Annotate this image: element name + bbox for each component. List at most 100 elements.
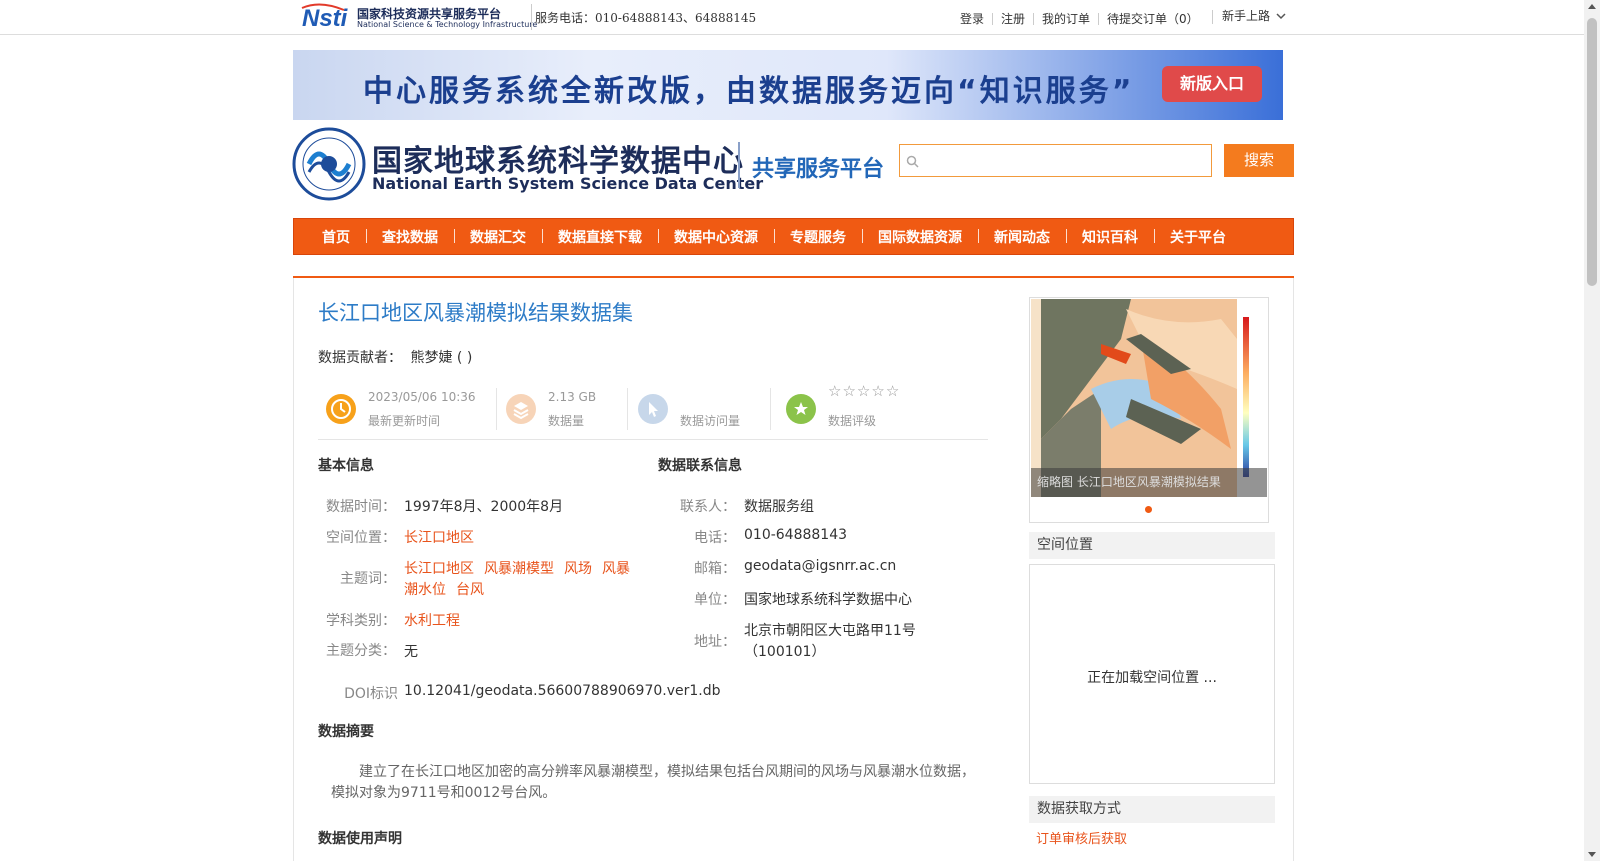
divider	[1098, 12, 1100, 25]
service-phone: 服务电话：010-64888143、64888145	[535, 11, 757, 25]
scroll-thumb[interactable]	[1587, 18, 1597, 286]
divider	[1212, 10, 1213, 24]
contributor-label: 数据贡献者：	[318, 350, 402, 366]
nav-item-topic-services[interactable]: 专题服务	[774, 227, 862, 247]
spatial-map[interactable]: 正在加载空间位置 ...	[1029, 564, 1275, 784]
newbie-label: 新手上路	[1222, 9, 1271, 23]
earth-center-logo[interactable]	[292, 126, 366, 202]
divider	[293, 278, 294, 861]
top-links: 登录 注册 我的订单 待提交订单（0）	[960, 10, 1199, 27]
abstract-text: 建立了在长江口地区加密的高分辨率风暴潮模型，模拟结果包括台风期间的风场与风暴潮水…	[331, 764, 975, 801]
my-orders-link[interactable]: 我的订单	[1042, 10, 1090, 27]
platform-label: 共享服务平台	[752, 157, 885, 182]
divider	[627, 388, 628, 430]
address-line-2: （100101）	[744, 644, 826, 660]
stat-size: 2.13 GB 数据量	[498, 384, 628, 432]
contact-label: 联系人：	[680, 499, 736, 515]
map-loading-text: 正在加载空间位置 ...	[1087, 670, 1217, 686]
size-label: 数据量	[548, 414, 585, 428]
star-icon[interactable]: ☆	[842, 382, 856, 400]
nav-item-direct-download[interactable]: 数据直接下载	[542, 227, 658, 247]
star-icon[interactable]: ☆	[871, 382, 885, 400]
size-value: 2.13 GB	[548, 390, 597, 404]
keywords-label: 主题词：	[340, 571, 396, 587]
divider	[531, 4, 532, 30]
phone-value: 010-64888143	[744, 527, 848, 543]
keyword-link[interactable]: 风暴	[602, 561, 630, 577]
rating-label: 数据评级	[828, 414, 877, 428]
search-box	[899, 144, 1212, 177]
search-button[interactable]: 搜索	[1224, 144, 1294, 177]
carousel-dot[interactable]	[1145, 506, 1152, 513]
keyword-link[interactable]: 风场	[564, 561, 592, 577]
keyword-link[interactable]: 台风	[456, 582, 484, 598]
unit-label: 单位：	[694, 592, 736, 608]
page-scrollbar[interactable]	[1584, 0, 1600, 861]
nav-item-data-submit[interactable]: 数据汇交	[454, 227, 542, 247]
nav-item-news[interactable]: 新闻动态	[978, 227, 1066, 247]
doi-value[interactable]: 10.12041/geodata.56600788906970.ver1.db	[404, 683, 721, 699]
nsti-logo[interactable]: Nsti 国家科技资源共享服务平台 National Science & Tec…	[300, 2, 537, 32]
time-value: 1997年8月、2000年8月	[404, 499, 564, 515]
search-icon	[906, 155, 919, 168]
stat-visits: 数据访问量	[630, 384, 770, 432]
nav-item-encyclopedia[interactable]: 知识百科	[1066, 227, 1154, 247]
scroll-up-icon[interactable]	[1588, 4, 1596, 9]
discipline-label: 学科类别：	[326, 613, 396, 629]
nav-item-center-resources[interactable]: 数据中心资源	[658, 227, 774, 247]
location-link[interactable]: 长江口地区	[404, 527, 474, 547]
keyword-link[interactable]: 长江口地区	[404, 561, 474, 577]
star-icon[interactable]: ☆	[828, 382, 842, 400]
scroll-down-icon[interactable]	[1588, 852, 1596, 857]
layers-icon	[506, 394, 536, 424]
divider	[1293, 278, 1294, 861]
search-input[interactable]	[924, 149, 1204, 173]
login-link[interactable]: 登录	[960, 10, 984, 27]
cursor-icon	[638, 394, 668, 424]
keywords-line-1: 长江口地区 风暴潮模型 风场 风暴	[404, 558, 640, 578]
stat-rating: ☆☆☆☆☆ 数据评级	[778, 382, 978, 432]
nav-item-about[interactable]: 关于平台	[1154, 227, 1242, 247]
star-icon[interactable]: ☆	[857, 382, 871, 400]
pending-orders-link[interactable]: 待提交订单（0）	[1107, 10, 1199, 27]
stat-update-time: 2023/05/06 10:36 最新更新时间	[318, 384, 488, 432]
update-time-value: 2023/05/06 10:36	[368, 390, 476, 404]
address-label: 地址：	[694, 634, 736, 650]
divider	[992, 12, 994, 25]
divider	[496, 388, 497, 430]
star-badge-icon	[786, 394, 816, 424]
update-time-label: 最新更新时间	[368, 414, 441, 428]
abstract-heading: 数据摘要	[318, 724, 374, 740]
new-version-button[interactable]: 新版入口	[1162, 66, 1262, 102]
thumbnail-carousel[interactable]: 缩略图 长江口地区风暴潮模拟结果	[1029, 297, 1269, 523]
main-nav: 首页 查找数据 数据汇交 数据直接下载 数据中心资源 专题服务 国际数据资源 新…	[293, 218, 1294, 255]
dataset-stats: 2023/05/06 10:36 最新更新时间 2.13 GB 数据量 数据访问…	[318, 382, 988, 440]
email-value[interactable]: geodata@igsnrr.ac.cn	[744, 558, 896, 574]
divider	[1033, 12, 1035, 25]
category-label: 主题分类：	[326, 643, 396, 659]
keyword-link[interactable]: 潮水位	[404, 582, 446, 598]
keyword-link[interactable]: 风暴潮模型	[484, 561, 554, 577]
divider	[738, 142, 740, 188]
divider	[293, 276, 1294, 278]
basic-info-heading: 基本信息	[318, 458, 374, 474]
doi-label: DOI标识	[344, 686, 398, 702]
top-bar: Nsti 国家科技资源共享服务平台 National Science & Tec…	[0, 0, 1584, 35]
keywords-line-2: 潮水位 台风	[404, 579, 494, 599]
register-link[interactable]: 注册	[1001, 10, 1025, 27]
divider	[770, 388, 771, 430]
address-line-1: 北京市朝阳区大屯路甲11号	[744, 623, 916, 639]
rating-stars[interactable]: ☆☆☆☆☆	[828, 382, 900, 400]
access-heading: 数据获取方式	[1029, 796, 1275, 823]
star-icon[interactable]: ☆	[886, 382, 900, 400]
usage-heading: 数据使用声明	[318, 831, 402, 847]
promo-banner[interactable]: 中心服务系统全新改版，由数据服务迈向“知识服务” 新版入口	[293, 50, 1283, 120]
nsti-logo-en: National Science & Technology Infrastruc…	[357, 20, 538, 29]
discipline-link[interactable]: 水利工程	[404, 610, 460, 630]
nav-item-international[interactable]: 国际数据资源	[862, 227, 978, 247]
nav-item-find-data[interactable]: 查找数据	[366, 227, 454, 247]
access-method-link[interactable]: 订单审核后获取	[1036, 828, 1127, 847]
nav-item-home[interactable]: 首页	[306, 227, 366, 247]
time-label: 数据时间：	[326, 499, 396, 515]
newbie-dropdown[interactable]: 新手上路	[1222, 7, 1286, 24]
